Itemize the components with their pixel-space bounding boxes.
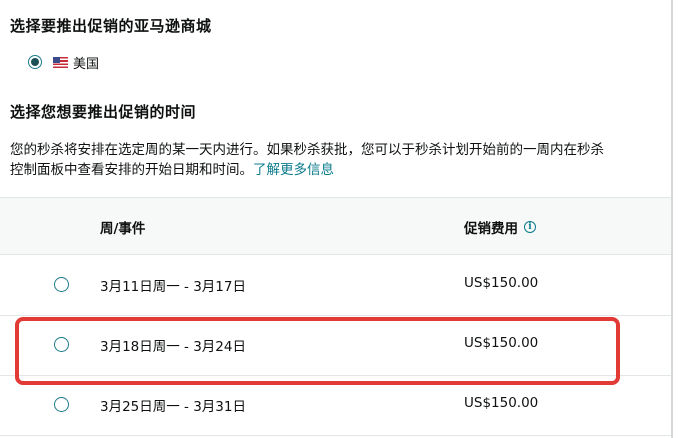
panel-border [671,0,673,438]
table-row-week-2[interactable]: 3月18日周一 - 3月24日 US$150.00 [0,316,671,376]
week-range: 3月18日周一 - 3月24日 [100,339,246,355]
week-radio-1[interactable] [54,277,69,292]
table-row-week-1[interactable]: 3月11日周一 - 3月17日 US$150.00 [0,256,671,316]
info-icon[interactable]: i [524,221,536,233]
description-line-2-text: 控制面板中查看安排的开始日期和时间。 [10,162,253,178]
marketplace-heading: 选择要推出促销的亚马逊商城 [10,17,212,35]
promotion-fee: US$150.00 [464,275,539,291]
column-header-fee: 促销费用 i [464,217,536,237]
description-line-1: 您的秒杀将安排在选定周的某一天内进行。如果秒杀获批，您可以于秒杀计划开始前的一周… [10,142,604,158]
week-radio-3[interactable] [54,397,69,412]
week-range: 3月25日周一 - 3月31日 [100,399,246,415]
learn-more-link[interactable]: 了解更多信息 [253,162,334,178]
promotion-scheduling-page: 选择要推出促销的亚马逊商城 美国 选择您想要推出促销的时间 您的秒杀将安排在选定… [0,0,687,438]
column-header-fee-label: 促销费用 [464,221,518,237]
timing-heading: 选择您想要推出促销的时间 [10,103,197,121]
promotion-fee: US$150.00 [464,335,539,351]
table-header: 周/事件 促销费用 i [0,197,671,255]
marketplace-option-us[interactable]: 美国 [28,52,99,72]
us-flag-icon [53,56,68,68]
marketplace-label: 美国 [73,56,100,72]
table-row-week-3[interactable]: 3月25日周一 - 3月31日 US$150.00 [0,376,671,436]
column-header-week: 周/事件 [100,221,146,237]
description-line-2: 控制面板中查看安排的开始日期和时间。了解更多信息 [10,160,660,180]
promotion-fee: US$150.00 [464,395,539,411]
marketplace-radio-selected[interactable] [28,55,42,69]
week-radio-2[interactable] [54,337,69,352]
week-range: 3月11日周一 - 3月17日 [100,279,246,295]
timing-description: 您的秒杀将安排在选定周的某一天内进行。如果秒杀获批，您可以于秒杀计划开始前的一周… [10,140,660,180]
